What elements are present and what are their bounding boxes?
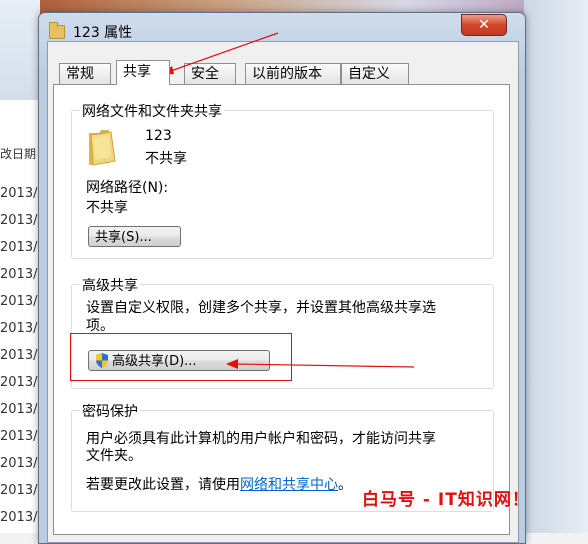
window-title: 123 属性 — [73, 25, 133, 41]
tab-previous-versions[interactable]: 以前的版本 — [245, 63, 341, 84]
change-setting-prefix: 若要更改此设置，请使用 — [86, 477, 240, 493]
folder-name: 123 — [145, 128, 172, 144]
list-item-modified-date[interactable]: 2013/8 — [0, 456, 40, 471]
list-item-modified-date[interactable]: 2013/2 — [0, 294, 40, 309]
modified-date-column-header[interactable]: 改日期 — [0, 145, 42, 162]
tab-general[interactable]: 常规 — [59, 63, 111, 84]
folder-icon — [49, 22, 65, 39]
password-description-cont: 文件夹。 — [86, 448, 142, 464]
list-item-modified-date[interactable]: 2013/6 — [0, 186, 40, 201]
list-item-modified-date[interactable]: 2013/8 — [0, 348, 40, 363]
tab-security[interactable]: 安全 — [184, 63, 236, 84]
folder-icon — [89, 130, 116, 166]
background-right-strip — [524, 0, 588, 533]
explorer-toolbar-background — [0, 0, 40, 100]
list-item-modified-date[interactable]: 2013/5 — [0, 483, 40, 498]
network-sharing-center-link[interactable]: 网络和共享中心 — [240, 477, 338, 493]
annotation-highlight-box — [70, 333, 292, 381]
share-button[interactable]: 共享(S)... — [88, 226, 181, 247]
watermark-text: 白马号 - IT知识网！ — [362, 490, 530, 510]
change-setting-suffix: 。 — [338, 477, 352, 493]
tab-sharing[interactable]: 共享 — [116, 60, 170, 85]
password-protection-group-title: 密码保护 — [80, 401, 140, 421]
list-item-modified-date[interactable]: 2013/1 — [0, 402, 40, 417]
change-setting-text: 若要更改此设置，请使用网络和共享中心。 — [86, 474, 352, 494]
list-item-modified-date[interactable]: 2013/3 — [0, 213, 40, 228]
network-path-label: 网络路径(N): — [86, 180, 169, 196]
list-item-modified-date[interactable]: 2013/9 — [0, 267, 40, 282]
tab-customize[interactable]: 自定义 — [341, 63, 409, 84]
close-button[interactable]: ✕ — [461, 14, 507, 36]
advanced-sharing-group-title: 高级共享 — [80, 275, 140, 295]
list-item-modified-date[interactable]: 2013/6 — [0, 510, 40, 525]
advanced-sharing-description: 设置自定义权限，创建多个共享，并设置其他高级共享选 — [86, 300, 436, 316]
list-item-modified-date[interactable]: 2013/3 — [0, 321, 40, 336]
list-item-modified-date[interactable]: 2013/7 — [0, 240, 40, 255]
list-item-modified-date[interactable]: 2013/8 — [0, 375, 40, 390]
folder-share-status: 不共享 — [145, 151, 187, 167]
network-sharing-group-title: 网络文件和文件夹共享 — [80, 101, 224, 121]
advanced-sharing-description-cont: 项。 — [86, 318, 114, 334]
network-path-value: 不共享 — [86, 200, 128, 216]
list-item-modified-date[interactable]: 2013/1 — [0, 429, 40, 444]
